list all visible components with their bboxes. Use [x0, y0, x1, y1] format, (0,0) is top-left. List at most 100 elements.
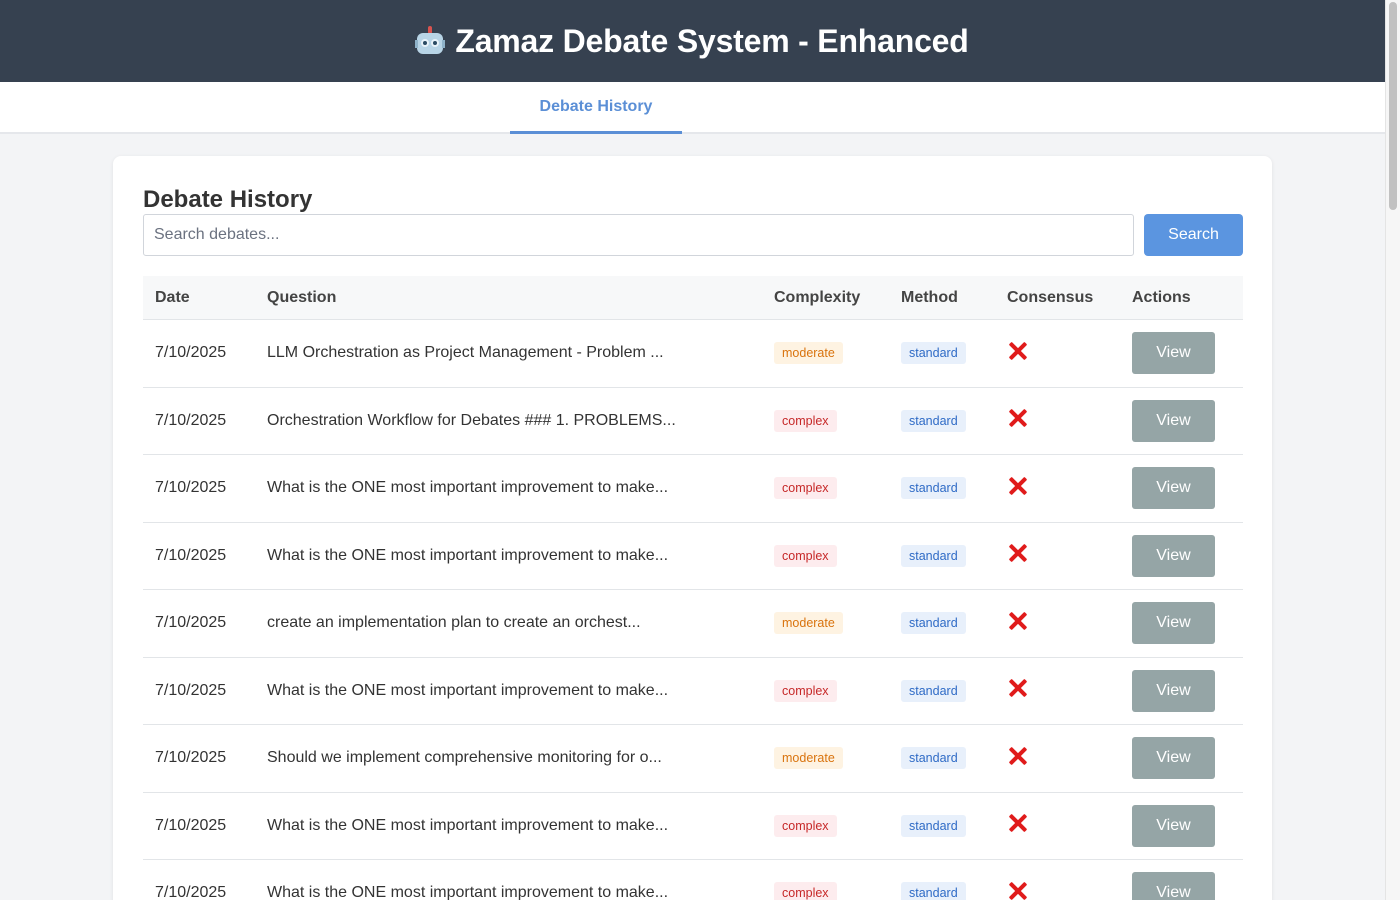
row-consensus-cell [995, 408, 1120, 433]
view-button[interactable]: View [1132, 467, 1215, 510]
row-date: 7/10/2025 [155, 479, 227, 497]
view-button[interactable]: View [1132, 804, 1215, 847]
complexity-badge: complex [774, 477, 837, 500]
page-title: Debate History [143, 186, 313, 213]
row-method-cell: standard [889, 477, 995, 500]
complexity-badge: moderate [774, 747, 843, 770]
row-actions-cell: View [1120, 332, 1243, 375]
row-consensus-cell [995, 341, 1120, 366]
row-consensus-cell [995, 543, 1120, 568]
view-button[interactable]: View [1132, 399, 1215, 442]
row-complexity-cell: complex [762, 679, 889, 702]
table-row: 7/10/2025 What is the ONE most important … [143, 523, 1243, 590]
table-body: 7/10/2025 LLM Orchestration as Project Ma… [143, 320, 1243, 900]
scrollbar-thumb[interactable] [1389, 2, 1397, 210]
table-header: Date Question Complexity Method Consensu… [143, 276, 1243, 320]
row-actions-cell: View [1120, 872, 1243, 900]
column-header-consensus: Consensus [1007, 288, 1094, 306]
row-actions-cell: View [1120, 534, 1243, 577]
cross-icon [1008, 543, 1028, 563]
view-button[interactable]: View [1132, 872, 1215, 900]
tab-bar: Debate History [0, 82, 1400, 134]
row-method-cell: standard [889, 342, 995, 365]
row-date: 7/10/2025 [155, 681, 227, 699]
row-actions-cell: View [1120, 467, 1243, 510]
row-question: What is the ONE most important improveme… [267, 884, 669, 900]
cross-icon [1008, 341, 1028, 361]
table-row: 7/10/2025 What is the ONE most important … [143, 793, 1243, 860]
row-complexity-cell: moderate [762, 747, 889, 770]
row-method-cell: standard [889, 679, 995, 702]
table-row: 7/10/2025 Orchestration Workflow for Deba… [143, 388, 1243, 455]
row-date: 7/10/2025 [155, 411, 227, 429]
row-method-cell: standard [889, 544, 995, 567]
row-consensus-cell [995, 813, 1120, 838]
cross-icon [1008, 813, 1028, 833]
row-complexity-cell: moderate [762, 612, 889, 635]
view-button[interactable]: View [1132, 669, 1215, 712]
view-button[interactable]: View [1132, 737, 1215, 780]
row-consensus-cell [995, 611, 1120, 636]
row-actions-cell: View [1120, 399, 1243, 442]
page-scrollbar[interactable] [1385, 0, 1400, 900]
app-title: Zamaz Debate System - Enhanced [415, 22, 969, 60]
row-question: What is the ONE most important improveme… [267, 546, 669, 564]
view-button[interactable]: View [1132, 332, 1215, 375]
row-method-cell: standard [889, 612, 995, 635]
row-method-cell: standard [889, 814, 995, 837]
robot-icon [415, 26, 446, 56]
row-question: What is the ONE most important improveme… [267, 816, 669, 834]
method-badge: standard [901, 814, 966, 837]
row-method-cell: standard [889, 882, 995, 900]
row-actions-cell: View [1120, 737, 1243, 780]
row-question: Should we implement comprehensive monito… [267, 749, 662, 767]
row-question: LLM Orchestration as Project Management … [267, 344, 664, 362]
column-header-question: Question [267, 288, 337, 306]
view-button[interactable]: View [1132, 534, 1215, 577]
row-consensus-cell [995, 476, 1120, 501]
table-row: 7/10/2025 LLM Orchestration as Project Ma… [143, 320, 1243, 388]
search-input[interactable] [143, 214, 1134, 256]
search-button[interactable]: Search [1144, 214, 1243, 256]
complexity-badge: complex [774, 544, 837, 567]
method-badge: standard [901, 882, 966, 900]
column-header-complexity: Complexity [774, 288, 861, 306]
table-row: 7/10/2025 What is the ONE most important … [143, 455, 1243, 523]
complexity-badge: moderate [774, 612, 843, 635]
table-row: 7/10/2025 Should we implement comprehensi… [143, 725, 1243, 793]
row-complexity-cell: complex [762, 409, 889, 432]
method-badge: standard [901, 544, 966, 567]
method-badge: standard [901, 409, 966, 432]
view-button[interactable]: View [1132, 602, 1215, 645]
row-date: 7/10/2025 [155, 884, 227, 900]
table-row: 7/10/2025 create an implementation plan t… [143, 590, 1243, 658]
row-date: 7/10/2025 [155, 614, 227, 632]
row-actions-cell: View [1120, 669, 1243, 712]
row-actions-cell: View [1120, 804, 1243, 847]
cross-icon [1008, 746, 1028, 766]
debate-history-card: Debate History Search Date Question Comp… [113, 156, 1272, 900]
method-badge: standard [901, 747, 966, 770]
row-complexity-cell: complex [762, 544, 889, 567]
method-badge: standard [901, 612, 966, 635]
row-date: 7/10/2025 [155, 749, 227, 767]
row-method-cell: standard [889, 409, 995, 432]
column-header-date: Date [155, 288, 190, 306]
row-date: 7/10/2025 [155, 344, 227, 362]
method-badge: standard [901, 679, 966, 702]
row-consensus-cell [995, 746, 1120, 771]
method-badge: standard [901, 477, 966, 500]
row-question: What is the ONE most important improveme… [267, 479, 669, 497]
row-question: Orchestration Workflow for Debates ### 1… [267, 411, 676, 429]
tab-debate-history[interactable]: Debate History [510, 82, 682, 134]
row-complexity-cell: moderate [762, 342, 889, 365]
cross-icon [1008, 611, 1028, 631]
row-consensus-cell [995, 881, 1120, 900]
table-row: 7/10/2025 What is the ONE most important … [143, 658, 1243, 725]
row-complexity-cell: complex [762, 477, 889, 500]
row-complexity-cell: complex [762, 882, 889, 900]
row-complexity-cell: complex [762, 814, 889, 837]
cross-icon [1008, 408, 1028, 428]
app-title-text: Zamaz Debate System - Enhanced [455, 22, 969, 59]
complexity-badge: moderate [774, 342, 843, 365]
